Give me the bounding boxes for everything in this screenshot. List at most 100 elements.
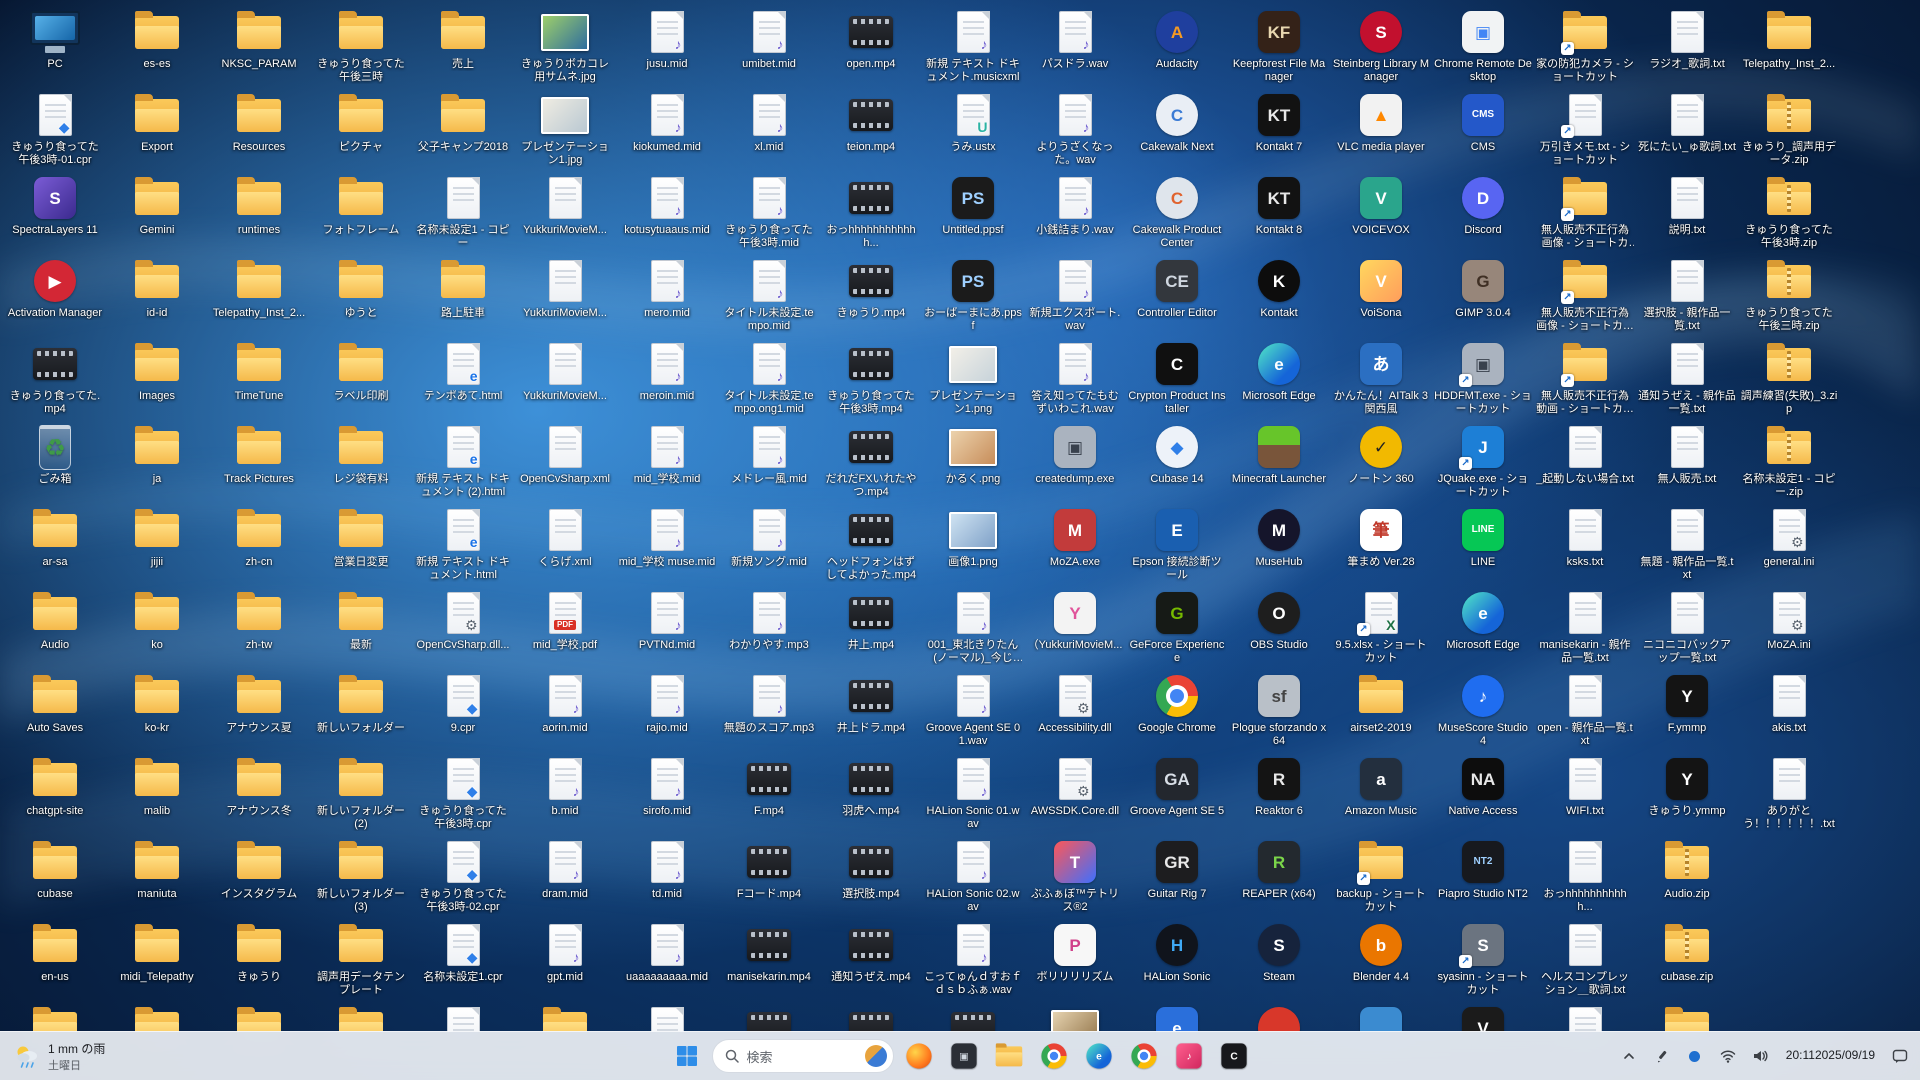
desktop-icon[interactable]: bBlender 4.4 (1330, 917, 1432, 1000)
desktop-icon[interactable]: NANative Access (1432, 751, 1534, 834)
desktop-icon[interactable] (208, 1000, 310, 1032)
desktop-icon[interactable]: CCakewalk Product Center (1126, 170, 1228, 253)
desktop-icon[interactable]: manisekarin - 親作品一覧.txt (1534, 585, 1636, 668)
desktop-icon[interactable]: PSUntitled.ppsf (922, 170, 1024, 253)
desktop-icon[interactable]: CCakewalk Next (1126, 87, 1228, 170)
desktop-icon[interactable]: かるく.png (922, 419, 1024, 502)
desktop-icon[interactable]: ▣↗HDDFMT.exe - ショートカット (1432, 336, 1534, 419)
desktop-icon[interactable]: ♪答え知ってたもむずいわこれ.wav (1024, 336, 1126, 419)
taskbar-app-studio-app[interactable]: C (1214, 1036, 1254, 1076)
desktop-icon[interactable]: es-es (106, 4, 208, 87)
desktop-icon[interactable]: ▲VLC media player (1330, 87, 1432, 170)
taskbar-app-chrome[interactable] (1034, 1036, 1074, 1076)
desktop-icon[interactable]: runtimes (208, 170, 310, 253)
desktop-icon[interactable]: ♪新規 テキスト ドキュメント.musicxml (922, 4, 1024, 87)
desktop-icon[interactable]: レジ袋有料 (310, 419, 412, 502)
desktop-icon[interactable]: きゅうり食ってた.mp4 (4, 336, 106, 419)
desktop-icon[interactable]: open.mp4 (820, 4, 922, 87)
desktop-icon[interactable]: 調声用データテンプレート (310, 917, 412, 1000)
desktop-icon[interactable]: HHALion Sonic (1126, 917, 1228, 1000)
desktop-icon[interactable] (310, 1000, 412, 1032)
desktop-icon[interactable]: DDiscord (1432, 170, 1534, 253)
desktop-icon[interactable]: Uうみ.ustx (922, 87, 1024, 170)
desktop-icon[interactable]: ♻ごみ箱 (4, 419, 106, 502)
desktop-icon[interactable]: ja (106, 419, 208, 502)
bluetooth-tray-button[interactable] (1679, 1036, 1711, 1076)
desktop-icon[interactable]: Telepathy_Inst_2... (1738, 4, 1840, 87)
desktop-icon[interactable] (718, 1000, 820, 1032)
desktop-icon[interactable]: ◆きゅうり食ってた午後3時.cpr (412, 751, 514, 834)
desktop-icon[interactable]: F.mp4 (718, 751, 820, 834)
desktop-icon[interactable]: NKSC_PARAM (208, 4, 310, 87)
desktop-icon[interactable]: jijii (106, 502, 208, 585)
desktop-icon[interactable]: ◆ (412, 1000, 514, 1032)
desktop-icon[interactable] (4, 1000, 106, 1032)
desktop-icon[interactable]: 選択肢 - 親作品一覧.txt (1636, 253, 1738, 336)
desktop-icon[interactable]: ♪メドレー風.mid (718, 419, 820, 502)
desktop-icon[interactable]: きゅうり食ってた午後三時.zip (1738, 253, 1840, 336)
tray-clock[interactable]: 20:11 2025/09/19 (1778, 1036, 1883, 1076)
desktop-icon[interactable]: プレゼンテーション1.jpg (514, 87, 616, 170)
desktop-icon[interactable]: インスタグラム (208, 834, 310, 917)
desktop-icon[interactable]: ♪aorin.mid (514, 668, 616, 751)
desktop-icon[interactable]: ♪タイトル未設定.tempo.ong1.mid (718, 336, 820, 419)
desktop-icon[interactable]: ♪sirofo.mid (616, 751, 718, 834)
desktop-icon[interactable]: RReaktor 6 (1228, 751, 1330, 834)
desktop-icon[interactable]: ko-kr (106, 668, 208, 751)
desktop-icon[interactable]: OpenCvSharp.xml (514, 419, 616, 502)
desktop-icon[interactable]: プレゼンテーション1.png (922, 336, 1024, 419)
desktop-icon[interactable]: EEpson 接続診断ツール (1126, 502, 1228, 585)
desktop-icon[interactable]: X↗9.5.xlsx - ショートカット (1330, 585, 1432, 668)
desktop-icon[interactable]: ↗無人販売不正行為画像 - ショートカット (1534, 253, 1636, 336)
desktop-icon[interactable] (106, 1000, 208, 1032)
desktop-icon[interactable]: ♪rajio.mid (616, 668, 718, 751)
taskbar-app-media-app[interactable]: ♪ (1169, 1036, 1209, 1076)
desktop-icon[interactable]: Yきゅうり.ymmp (1636, 751, 1738, 834)
desktop-icon[interactable]: ヘルスコンプレッション＿歌詞.txt (1534, 917, 1636, 1000)
desktop-icon[interactable]: ✓ノートン 360 (1330, 419, 1432, 502)
desktop-icon[interactable]: 選択肢.mp4 (820, 834, 922, 917)
desktop-icon[interactable]: ♪jusu.mid (616, 4, 718, 87)
desktop-icon[interactable]: akis.txt (1738, 668, 1840, 751)
desktop-icon[interactable]: Audio (4, 585, 106, 668)
desktop-icon[interactable]: ♪meroin.mid (616, 336, 718, 419)
desktop-icon[interactable]: VVOICEVOX (1330, 170, 1432, 253)
desktop-icon[interactable]: ↗無人販売不正行為動画 - ショートカット (1534, 336, 1636, 419)
desktop-icon[interactable]: ラベル印刷 (310, 336, 412, 419)
desktop-icon[interactable]: KKontakt (1228, 253, 1330, 336)
desktop-icon[interactable]: フォトフレーム (310, 170, 412, 253)
desktop-icon[interactable]: Export (106, 87, 208, 170)
desktop-icon[interactable]: 売上 (412, 4, 514, 87)
search-daily-image[interactable] (865, 1045, 887, 1067)
desktop-icon[interactable]: Track Pictures (208, 419, 310, 502)
desktop-icon[interactable]: CEController Editor (1126, 253, 1228, 336)
desktop-icon[interactable]: ♪よりうざくなった。wav (1024, 87, 1126, 170)
desktop-icon[interactable]: きゅうり.mp4 (820, 253, 922, 336)
desktop-icon[interactable]: zh-tw (208, 585, 310, 668)
desktop-icon[interactable]: ▣Chrome Remote Desktop (1432, 4, 1534, 87)
desktop-icon[interactable]: _起動しない場合.txt (1534, 419, 1636, 502)
desktop-icon[interactable]: 井上ドラ.mp4 (820, 668, 922, 751)
desktop-icon[interactable]: YukkuriMovieM... (514, 170, 616, 253)
desktop-icon[interactable]: e (1126, 1000, 1228, 1032)
desktop-icon[interactable]: 通知うぜえ - 親作品一覧.txt (1636, 336, 1738, 419)
taskbar-app-firefox[interactable] (899, 1036, 939, 1076)
desktop-icon[interactable] (922, 1000, 1024, 1032)
taskbar-app-browser[interactable] (1124, 1036, 1164, 1076)
desktop-icon[interactable]: ピクチャ (310, 87, 412, 170)
desktop-icon[interactable]: open - 親作品一覧.txt (1534, 668, 1636, 751)
desktop-icon[interactable]: ♪Groove Agent SE 01.wav (922, 668, 1024, 751)
desktop-icon[interactable]: RREAPER (x64) (1228, 834, 1330, 917)
desktop-icon[interactable]: ko (106, 585, 208, 668)
search-box[interactable]: 検索 (712, 1039, 894, 1073)
desktop-icon[interactable]: OOBS Studio (1228, 585, 1330, 668)
desktop-icon[interactable]: chatgpt-site (4, 751, 106, 834)
desktop-icon[interactable]: SSteam (1228, 917, 1330, 1000)
start-button[interactable] (667, 1036, 707, 1076)
desktop-icon[interactable]: あかんたん！AITalk 3 関西風 (1330, 336, 1432, 419)
desktop-icon[interactable]: 死にたい_ゅ歌詞.txt (1636, 87, 1738, 170)
desktop-icon[interactable]: KTKontakt 7 (1228, 87, 1330, 170)
desktop-icon[interactable]: きゅうり_調声用データ.zip (1738, 87, 1840, 170)
desktop-icon[interactable]: ↗万引きメモ.txt - ショートカット (1534, 87, 1636, 170)
desktop-icon[interactable]: ♪きゅうり食ってた午後3時.mid (718, 170, 820, 253)
